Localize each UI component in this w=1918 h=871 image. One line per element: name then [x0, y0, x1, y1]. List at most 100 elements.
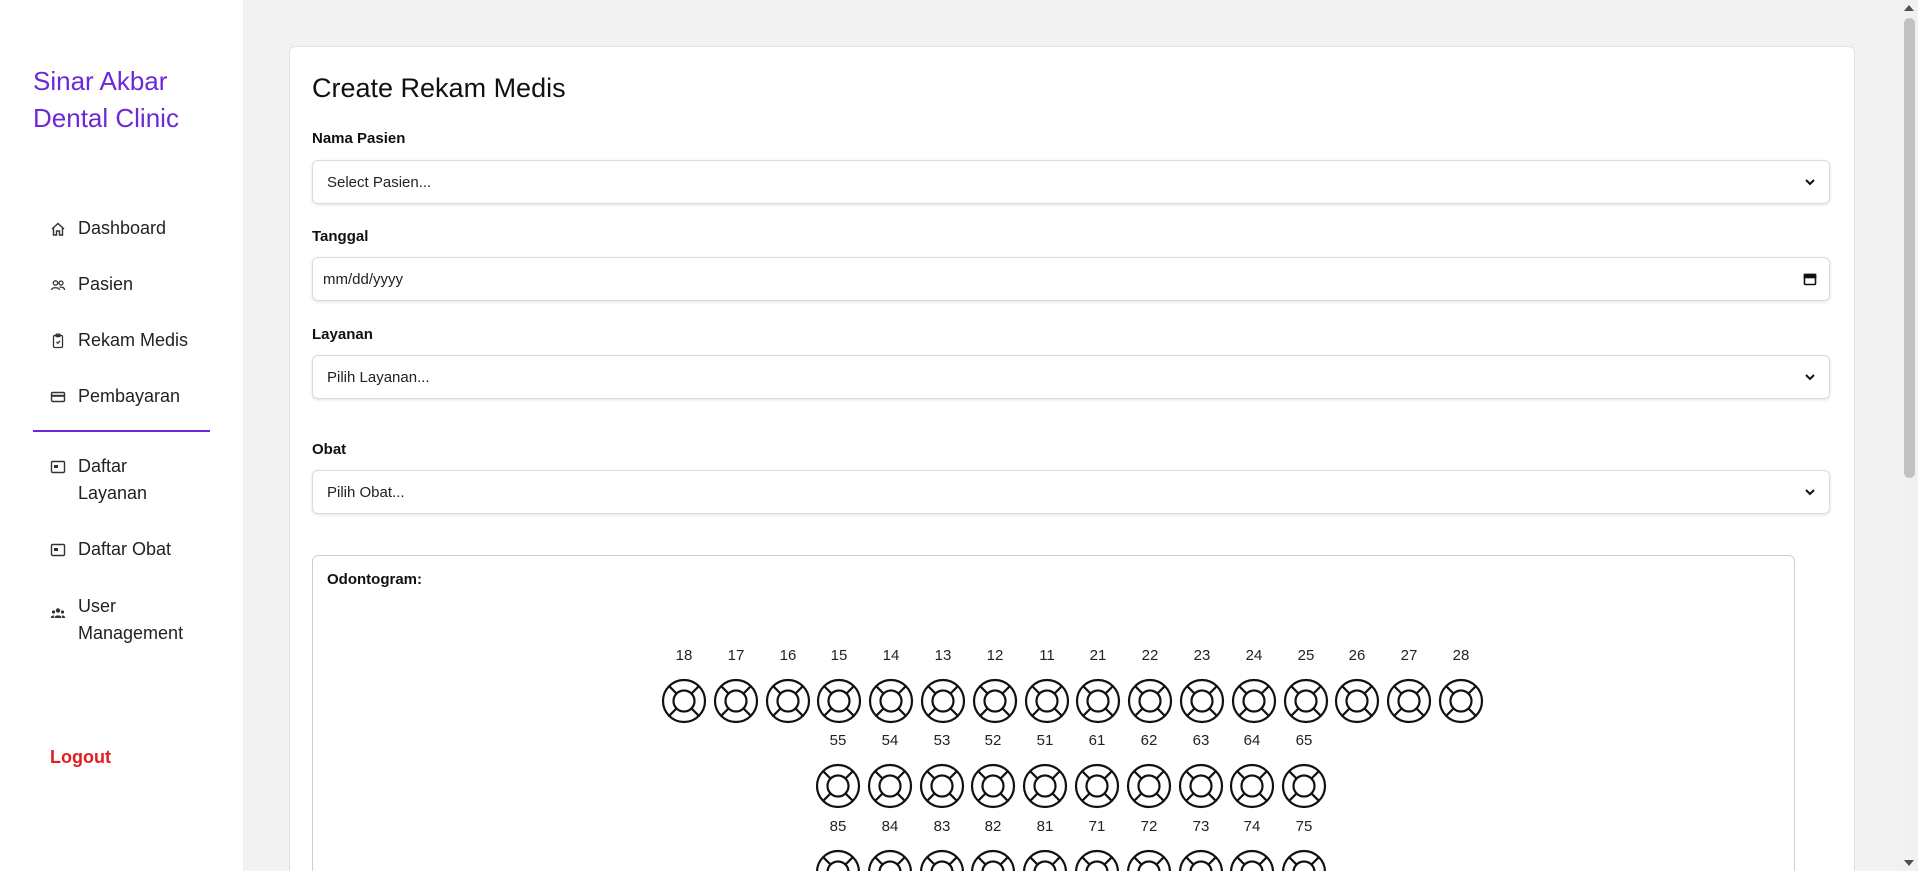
tooth-number: 26 [1348, 647, 1366, 664]
tooth-21[interactable] [1075, 678, 1121, 724]
tooth-number: 74 [1243, 818, 1261, 835]
logout-button[interactable]: Logout [50, 747, 111, 768]
tooth-53[interactable] [919, 763, 965, 809]
tooth-number: 82 [984, 818, 1002, 835]
credit-card-icon [50, 389, 66, 405]
tooth-number: 75 [1295, 818, 1313, 835]
tooth-number: 15 [830, 647, 848, 664]
nama-pasien-value: Select Pasien... [327, 173, 432, 191]
sidebar-item-label-line-1: Daftar [78, 456, 128, 476]
tooth-81[interactable] [1022, 849, 1068, 871]
sidebar-item-rekam-medis[interactable]: Rekam Medis [50, 327, 188, 354]
tooth-71[interactable] [1074, 849, 1120, 871]
tooth-11[interactable] [1024, 678, 1070, 724]
brand-line-2: Dental Clinic [33, 103, 179, 133]
tooth-number: 17 [727, 647, 745, 664]
tooth-number: 21 [1089, 647, 1107, 664]
tooth-51[interactable] [1022, 763, 1068, 809]
tooth-63[interactable] [1178, 763, 1224, 809]
tooth-22[interactable] [1127, 678, 1173, 724]
tooth-number: 28 [1452, 647, 1470, 664]
tooth-number: 53 [933, 732, 951, 749]
scrollbar-thumb[interactable] [1904, 18, 1915, 478]
tooth-18[interactable] [661, 678, 707, 724]
sidebar-item-daftar-obat[interactable]: Daftar Obat [50, 536, 171, 563]
nama-pasien-select[interactable]: Select Pasien... [312, 160, 1830, 204]
chevron-down-icon [1803, 175, 1817, 189]
tanggal-date-input[interactable]: mm/dd/yyyy [312, 257, 1830, 301]
home-icon [50, 221, 66, 237]
tooth-number: 16 [779, 647, 797, 664]
user-group-icon [50, 605, 66, 621]
sidebar-item-label-line-1: User [78, 596, 117, 616]
chevron-down-icon [1803, 370, 1817, 384]
tooth-28[interactable] [1438, 678, 1484, 724]
obat-select[interactable]: Pilih Obat... [312, 470, 1830, 514]
users-icon [50, 277, 66, 293]
tooth-27[interactable] [1386, 678, 1432, 724]
tooth-number: 12 [986, 647, 1004, 664]
tooth-83[interactable] [919, 849, 965, 871]
layanan-value: Pilih Layanan... [327, 368, 430, 386]
list-window-icon [50, 459, 66, 475]
page-scrollbar[interactable] [1901, 0, 1918, 871]
layanan-label: Layanan [312, 326, 373, 343]
tooth-62[interactable] [1126, 763, 1172, 809]
tooth-61[interactable] [1074, 763, 1120, 809]
tooth-72[interactable] [1126, 849, 1172, 871]
sidebar-item-user-management[interactable]: User Management [50, 593, 183, 647]
tooth-number: 64 [1243, 732, 1261, 749]
list-window-icon [50, 542, 66, 558]
tooth-number: 13 [934, 647, 952, 664]
tooth-number: 18 [675, 647, 693, 664]
tooth-17[interactable] [713, 678, 759, 724]
tanggal-label: Tanggal [312, 228, 369, 245]
tooth-number: 14 [882, 647, 900, 664]
scroll-up-arrow-icon[interactable] [1904, 5, 1914, 11]
tooth-number: 27 [1400, 647, 1418, 664]
tooth-25[interactable] [1283, 678, 1329, 724]
tooth-number: 61 [1088, 732, 1106, 749]
tooth-55[interactable] [815, 763, 861, 809]
tooth-65[interactable] [1281, 763, 1327, 809]
odontogram-label: Odontogram: [327, 571, 422, 588]
tooth-number: 51 [1036, 732, 1054, 749]
tooth-23[interactable] [1179, 678, 1225, 724]
layanan-select[interactable]: Pilih Layanan... [312, 355, 1830, 399]
sidebar-item-label: Daftar Obat [78, 539, 172, 559]
tooth-15[interactable] [816, 678, 862, 724]
sidebar-item-daftar-layanan[interactable]: Daftar Layanan [50, 453, 147, 507]
tooth-number: 11 [1039, 647, 1055, 664]
tooth-74[interactable] [1229, 849, 1275, 871]
tooth-24[interactable] [1231, 678, 1277, 724]
tooth-82[interactable] [970, 849, 1016, 871]
tooth-12[interactable] [972, 678, 1018, 724]
tooth-number: 52 [984, 732, 1002, 749]
tooth-number: 55 [829, 732, 847, 749]
tooth-number: 71 [1088, 818, 1106, 835]
tooth-64[interactable] [1229, 763, 1275, 809]
tooth-number: 65 [1295, 732, 1313, 749]
tooth-52[interactable] [970, 763, 1016, 809]
sidebar-item-label: User Management [78, 593, 183, 647]
tooth-75[interactable] [1281, 849, 1327, 871]
calendar-icon[interactable] [1803, 272, 1817, 286]
sidebar-item-pasien[interactable]: Pasien [50, 271, 133, 298]
sidebar-item-label: Rekam Medis [78, 330, 189, 350]
tooth-26[interactable] [1334, 678, 1380, 724]
tooth-84[interactable] [867, 849, 913, 871]
sidebar-item-pembayaran[interactable]: Pembayaran [50, 383, 180, 410]
tooth-85[interactable] [815, 849, 861, 871]
scroll-down-arrow-icon[interactable] [1904, 860, 1914, 866]
tooth-number: 63 [1192, 732, 1210, 749]
tooth-number: 23 [1193, 647, 1211, 664]
tooth-14[interactable] [868, 678, 914, 724]
page-title: Create Rekam Medis [312, 73, 566, 103]
sidebar-item-label-line-2: Management [78, 623, 184, 643]
sidebar-item-dashboard[interactable]: Dashboard [50, 215, 166, 242]
tooth-13[interactable] [920, 678, 966, 724]
tooth-54[interactable] [867, 763, 913, 809]
tooth-number: 62 [1140, 732, 1158, 749]
tooth-73[interactable] [1178, 849, 1224, 871]
tooth-16[interactable] [765, 678, 811, 724]
